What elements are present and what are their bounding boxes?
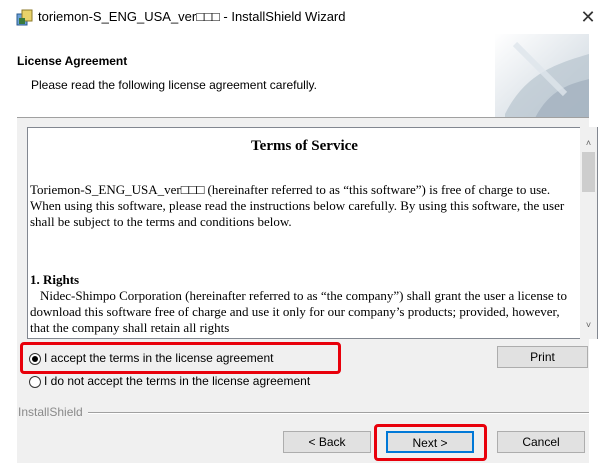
- decline-label: I do not accept the terms in the license…: [44, 374, 311, 388]
- rights-heading: 1. Rights: [30, 272, 80, 287]
- page-subtitle: Please read the following license agreem…: [31, 78, 317, 92]
- next-annotation-box: [374, 424, 487, 461]
- radio-unchecked-icon[interactable]: [29, 375, 41, 388]
- license-heading: Terms of Service: [251, 138, 358, 154]
- print-button[interactable]: Print: [497, 346, 588, 368]
- close-button[interactable]: ✕: [574, 4, 602, 30]
- banner-graphic: [495, 34, 589, 118]
- close-icon: ✕: [580, 7, 596, 27]
- window-title: toriemon-S_ENG_USA_ver□□□ - InstallShiel…: [38, 9, 346, 24]
- scroll-down-icon[interactable]: ˅: [580, 320, 597, 334]
- page-title: License Agreement: [17, 54, 128, 68]
- installer-icon: [16, 9, 33, 26]
- decline-radio[interactable]: I do not accept the terms in the license…: [29, 374, 310, 388]
- scrollbar-thumb[interactable]: [582, 152, 595, 192]
- installshield-label: InstallShield: [18, 405, 83, 419]
- accept-annotation-box: [20, 342, 341, 374]
- license-paragraph: Toriemon-S_ENG_USA_ver□□□ (hereinafter r…: [30, 182, 565, 229]
- cancel-button[interactable]: Cancel: [497, 431, 585, 453]
- license-content: Terms of Service Toriemon-S_ENG_USA_ver□…: [28, 128, 581, 338]
- rights-paragraph: Nidec-Shimpo Corporation (hereinafter re…: [30, 288, 568, 335]
- scroll-up-icon[interactable]: ˄: [580, 138, 597, 152]
- license-text-box[interactable]: Terms of Service Toriemon-S_ENG_USA_ver□…: [27, 127, 598, 339]
- back-button[interactable]: < Back: [283, 431, 371, 453]
- footer-divider-highlight: [88, 413, 589, 414]
